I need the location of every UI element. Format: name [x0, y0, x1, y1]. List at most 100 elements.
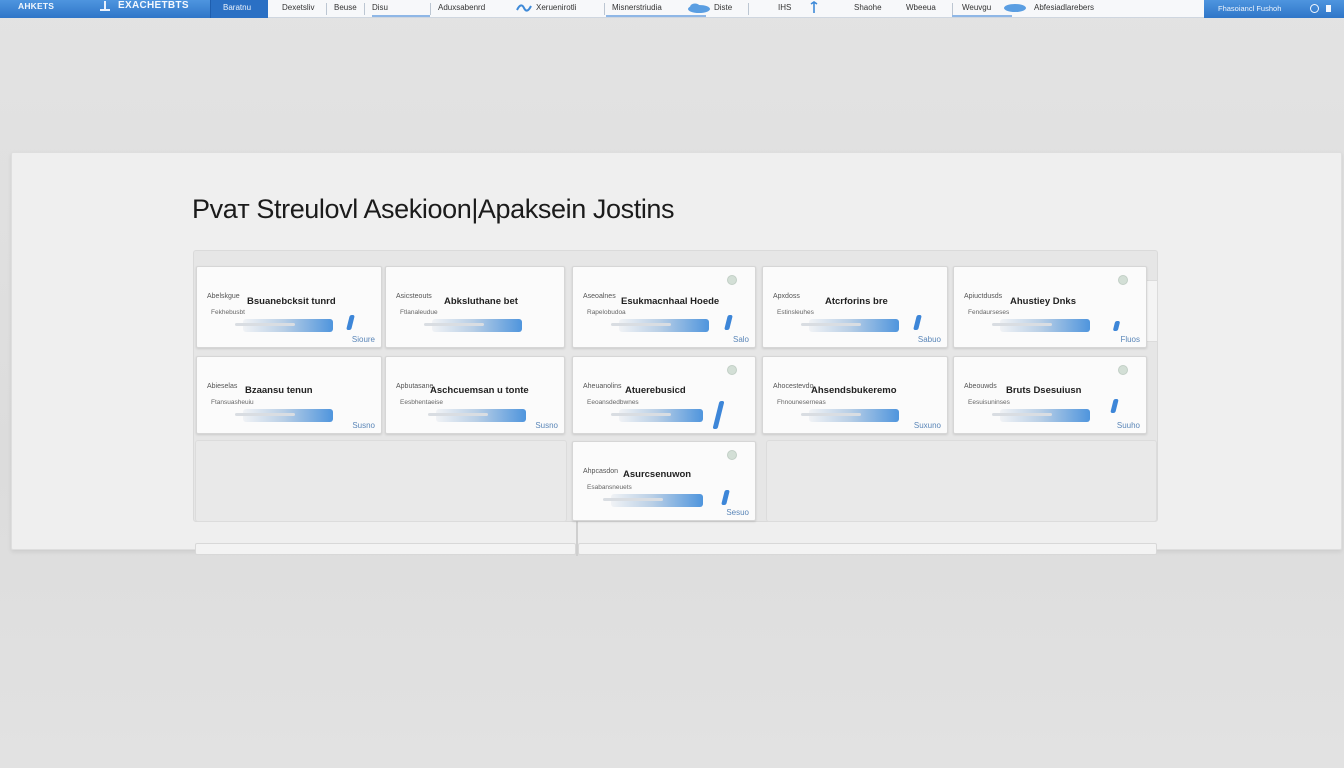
pin-icon[interactable] — [808, 1, 820, 15]
card-subtitle: Ftansuasheuiu — [211, 399, 254, 406]
task-card[interactable]: Ahpcasdon Asurcsenuwon Esabansneuets Ses… — [572, 441, 756, 521]
task-card[interactable]: Ahocestevdo Ahsendsbukeremo Fhnouneserne… — [762, 356, 948, 434]
progress-bar — [428, 409, 526, 422]
task-card[interactable]: Abelskgue Bsuanebcksit tunrd Fekhebusbt … — [196, 266, 382, 348]
main-nav: Dexetsliv Beuse Disu Aduxsabenrd Xerueni… — [272, 0, 1202, 18]
card-code: Sesuo — [726, 508, 749, 517]
task-card[interactable]: Aheuanolins Atuerebusicd Eeoansdedbwnes — [572, 356, 756, 434]
brand-code: AHKETS — [18, 1, 55, 11]
status-dot-icon — [727, 450, 737, 460]
top-bar: AHKETS EXACHETBTS Baratnu Dexetsliv Beus… — [0, 0, 1344, 18]
nav-divider — [430, 3, 431, 15]
card-label: Asicsteouts — [396, 293, 432, 300]
card-code: Fluos — [1120, 335, 1140, 344]
nav-active-indicator — [372, 15, 430, 17]
progress-bar — [235, 319, 333, 332]
card-title: Esukmacnhaal Hoede — [621, 296, 720, 307]
task-card[interactable]: Apxdoss Atcrforins bre Estinsleuhes Sabu… — [762, 266, 948, 348]
card-label: Abieselas — [207, 383, 238, 390]
brand-segment: AHKETS EXACHETBTS Baratnu — [0, 0, 268, 18]
nav-item-4[interactable]: Xeruenirotli — [536, 3, 576, 12]
card-title: Bzaansu tenun — [245, 385, 313, 396]
wave-icon[interactable] — [516, 1, 532, 15]
card-title: Atcrforins bre — [825, 296, 888, 307]
progress-marker-icon — [1112, 321, 1121, 331]
status-dot-icon — [1118, 365, 1128, 375]
nav-item-11[interactable]: Abfesiadlarebers — [1034, 3, 1094, 12]
nav-item-1[interactable]: Beuse — [334, 3, 357, 12]
status-dot-icon — [1118, 275, 1128, 285]
account-segment[interactable]: Fhasoiancl Fushoh — [1204, 0, 1344, 18]
task-card[interactable]: Abeouwds Bruts Dsesuiusn Eesuisuninses S… — [953, 356, 1147, 434]
card-label: Abeouwds — [964, 383, 997, 390]
nav-item-6[interactable]: Diste — [714, 3, 732, 12]
progress-bar — [235, 409, 333, 422]
card-title: Bsuanebcksit tunrd — [247, 296, 336, 307]
nav-divider — [604, 3, 605, 15]
card-code: Susno — [352, 421, 375, 430]
card-label: Apbutasane — [396, 383, 434, 390]
card-subtitle: Eeoansdedbwnes — [587, 399, 639, 406]
progress-bar — [611, 319, 709, 332]
nav-item-3[interactable]: Aduxsabenrd — [438, 3, 485, 12]
progress-marker-icon — [721, 490, 730, 505]
nav-item-7[interactable]: IHS — [778, 3, 791, 12]
progress-bar — [424, 319, 522, 332]
card-code: Sabuo — [917, 335, 941, 344]
card-subtitle: Fhnouneserneas — [777, 399, 826, 406]
page-title: Pvaт Streulovl Asekioon|Apaksein Jostins — [192, 194, 675, 224]
status-dot-icon — [727, 365, 737, 375]
nav-item-8[interactable]: Shaohe — [854, 3, 882, 12]
progress-bar — [611, 409, 703, 422]
progress-marker-icon — [1110, 399, 1119, 413]
progress-bar — [603, 494, 703, 507]
brand-tab-label: Baratnu — [223, 3, 252, 12]
nav-item-2[interactable]: Disu — [372, 3, 388, 12]
progress-marker-icon — [913, 315, 922, 330]
task-card[interactable]: Abieselas Bzaansu tenun Ftansuasheuiu Su… — [196, 356, 382, 434]
progress-bar — [801, 319, 899, 332]
nav-item-9[interactable]: Wbeeua — [906, 3, 936, 12]
status-dot-icon — [727, 275, 737, 285]
card-subtitle: Fekhebusbt — [211, 309, 245, 316]
nav-item-0[interactable]: Dexetsliv — [282, 3, 314, 12]
task-card[interactable]: Asicsteouts Abksluthane bet Ftlanaleudue — [385, 266, 565, 348]
task-card[interactable]: Aseoalnes Esukmacnhaal Hoede Rapelobudoa… — [572, 266, 756, 348]
nav-divider — [748, 3, 749, 15]
card-title: Ahsendsbukeremo — [811, 385, 897, 396]
card-label: Aseoalnes — [583, 293, 616, 300]
horizontal-scrollbar[interactable] — [195, 543, 576, 555]
nav-item-5[interactable]: Misnerstriudia — [612, 3, 662, 12]
card-code: Susno — [535, 421, 558, 430]
cloud-icon[interactable] — [1002, 1, 1028, 15]
account-label: Fhasoiancl Fushoh — [1218, 4, 1282, 13]
card-subtitle: Ftlanaleudue — [400, 309, 438, 316]
task-card[interactable]: Apbutasane Aschcuemsan u tonte Eesbhenta… — [385, 356, 565, 434]
card-label: Ahpcasdon — [583, 468, 619, 475]
card-title: Aschcuemsan u tonte — [430, 385, 529, 396]
card-title: Asurcsenuwon — [623, 469, 692, 480]
board-empty-column — [766, 440, 1157, 522]
progress-bar — [992, 409, 1090, 422]
nav-active-indicator — [606, 15, 706, 17]
card-title: Ahustiey Dnks — [1010, 296, 1076, 307]
card-label: Ahocestevdo — [773, 383, 814, 390]
menu-bar-icon — [1326, 5, 1331, 12]
nav-active-indicator — [952, 15, 1012, 17]
card-subtitle: Eesuisuninses — [968, 399, 1010, 406]
progress-marker-icon — [346, 315, 355, 330]
cloud-icon[interactable] — [686, 1, 712, 15]
card-label: Abelskgue — [207, 293, 240, 300]
task-card[interactable]: Apiuctdusds Ahustiey Dnks Fendaurseses F… — [953, 266, 1147, 348]
card-subtitle: Estinsleuhes — [777, 309, 814, 316]
nav-item-10[interactable]: Weuvgu — [962, 3, 991, 12]
card-subtitle: Fendaurseses — [968, 309, 1010, 316]
card-label: Apiuctdusds — [964, 293, 1003, 300]
card-code: Salo — [732, 335, 749, 344]
progress-marker-icon — [724, 315, 733, 330]
card-label: Apxdoss — [773, 293, 800, 300]
card-subtitle: Eesbhentaeise — [400, 399, 444, 406]
brand-tab[interactable]: Baratnu — [210, 0, 268, 18]
horizontal-scrollbar[interactable] — [578, 543, 1157, 555]
board-edge — [1146, 280, 1158, 342]
